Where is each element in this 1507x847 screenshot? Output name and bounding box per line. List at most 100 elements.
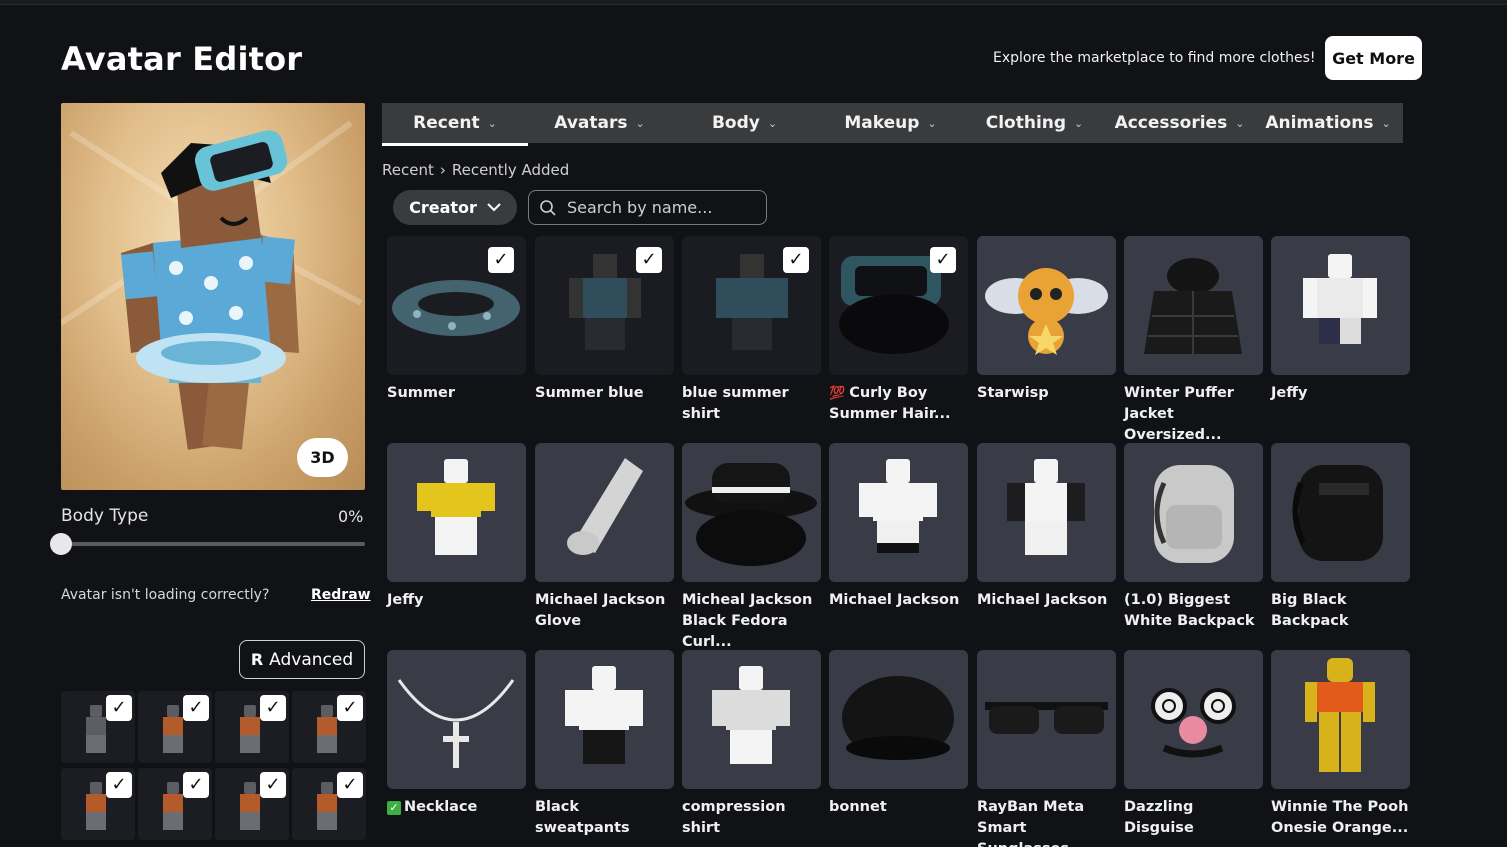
item-name-wrap: ✓ Necklace bbox=[387, 797, 526, 818]
item-thumbnail bbox=[535, 650, 674, 789]
search-input[interactable] bbox=[567, 198, 747, 217]
item-name: compression shirt bbox=[682, 799, 786, 836]
avatar-render bbox=[61, 120, 363, 450]
item-card[interactable]: ✓ 💯 Curly Boy Summer Hair... bbox=[829, 236, 968, 425]
outfit-tile[interactable]: ✓ bbox=[138, 768, 212, 840]
item-thumbnail bbox=[1271, 650, 1410, 789]
item-card[interactable]: RayBan Meta Smart Sunglasses... bbox=[977, 650, 1116, 847]
item-thumbnail: ✓ bbox=[682, 236, 821, 375]
outfit-tile[interactable]: ✓ bbox=[292, 768, 366, 840]
item-thumbnail: ✓ bbox=[387, 236, 526, 375]
item-card[interactable]: Michael Jackson Glove bbox=[535, 443, 674, 632]
item-card[interactable]: Michael Jackson bbox=[977, 443, 1116, 611]
item-name: Big Black Backpack bbox=[1271, 592, 1349, 629]
item-thumbnail bbox=[1271, 443, 1410, 582]
bonnet-icon bbox=[842, 676, 954, 760]
item-card[interactable]: Dazzling Disguise bbox=[1124, 650, 1263, 839]
toggle-3d-button[interactable]: 3D bbox=[297, 438, 348, 477]
item-card[interactable]: bonnet bbox=[829, 650, 968, 818]
outfit-tile[interactable]: ✓ bbox=[61, 768, 135, 840]
item-name: Michael Jackson bbox=[829, 592, 960, 608]
item-name: Necklace bbox=[404, 799, 478, 815]
item-card[interactable]: ✓ Summer blue bbox=[535, 236, 674, 404]
checkmark-icon: ✓ bbox=[783, 247, 809, 273]
body-type-slider-track[interactable] bbox=[61, 542, 365, 546]
tab-label: Clothing bbox=[985, 113, 1067, 133]
item-name: Winnie The Pooh Onesie Orange... bbox=[1271, 799, 1409, 836]
outfit-tile[interactable]: ✓ bbox=[292, 691, 366, 763]
advanced-button[interactable]: R Advanced bbox=[239, 640, 365, 679]
item-card[interactable]: Winnie The Pooh Onesie Orange... bbox=[1271, 650, 1410, 839]
search-box bbox=[528, 190, 767, 225]
item-card[interactable]: (1.0) Biggest White Backpack bbox=[1124, 443, 1263, 632]
item-card[interactable]: ✓ Summer bbox=[387, 236, 526, 404]
body-type-slider-thumb[interactable] bbox=[50, 533, 72, 555]
yellow-shirt-icon bbox=[417, 459, 495, 555]
loading-question-text: Avatar isn't loading correctly? bbox=[61, 587, 270, 603]
creator-filter-label: Creator bbox=[409, 198, 477, 217]
breadcrumb-root[interactable]: Recent bbox=[382, 161, 434, 179]
chevron-down-icon: ⌄ bbox=[1235, 116, 1245, 130]
tab-label: Accessories bbox=[1114, 113, 1228, 133]
item-card[interactable]: Michael Jackson bbox=[829, 443, 968, 611]
tab-body[interactable]: Body ⌄ bbox=[671, 103, 818, 143]
avatar-jacket-icon bbox=[1007, 459, 1085, 555]
item-thumbnail: ✓ bbox=[829, 236, 968, 375]
item-card[interactable]: ✓ Necklace bbox=[387, 650, 526, 818]
item-thumbnail bbox=[977, 443, 1116, 582]
tab-makeup[interactable]: Makeup ⌄ bbox=[818, 103, 963, 143]
item-card[interactable]: ✓ blue summer shirt bbox=[682, 236, 821, 425]
chevron-down-icon: ⌄ bbox=[767, 116, 778, 130]
item-name: Curly Boy Summer Hair... bbox=[829, 385, 951, 422]
item-card[interactable]: Black sweatpants bbox=[535, 650, 674, 839]
outfit-tile[interactable]: ✓ bbox=[61, 691, 135, 763]
item-card[interactable]: Jeffy bbox=[1271, 236, 1410, 404]
avatar-preview[interactable] bbox=[61, 103, 365, 490]
tab-animations[interactable]: Animations ⌄ bbox=[1253, 103, 1403, 143]
outfit-tile[interactable]: ✓ bbox=[138, 691, 212, 763]
item-thumbnail bbox=[387, 443, 526, 582]
item-thumbnail bbox=[682, 650, 821, 789]
chevron-down-icon: ⌄ bbox=[1074, 116, 1084, 130]
item-card[interactable]: Winter Puffer Jacket Oversized... bbox=[1124, 236, 1263, 446]
item-name: Jeffy bbox=[387, 592, 424, 608]
item-thumbnail bbox=[1271, 236, 1410, 375]
disguise-glasses-icon bbox=[1151, 688, 1236, 758]
redraw-link[interactable]: Redraw bbox=[311, 587, 371, 603]
tab-avatars[interactable]: Avatars ⌄ bbox=[528, 103, 671, 143]
item-thumbnail bbox=[977, 236, 1116, 375]
tab-clothing[interactable]: Clothing ⌄ bbox=[963, 103, 1106, 143]
chevron-down-icon: ⌄ bbox=[487, 116, 497, 130]
creator-filter-button[interactable]: Creator bbox=[393, 190, 517, 225]
tab-label: Recent bbox=[413, 113, 480, 133]
item-card[interactable]: compression shirt bbox=[682, 650, 821, 839]
item-card[interactable]: Big Black Backpack bbox=[1271, 443, 1410, 632]
explore-marketplace-text: Explore the marketplace to find more clo… bbox=[993, 50, 1316, 66]
checkmark-icon: ✓ bbox=[106, 772, 132, 798]
checkmark-icon: ✓ bbox=[337, 695, 363, 721]
item-name: bonnet bbox=[829, 799, 887, 815]
black-backpack-icon bbox=[1292, 465, 1383, 561]
item-card[interactable]: Jeffy bbox=[387, 443, 526, 611]
jacket-icon bbox=[1144, 258, 1242, 354]
hundred-icon: 💯 bbox=[829, 386, 846, 401]
check-emoji-icon: ✓ bbox=[387, 801, 401, 815]
roblox-r-icon: R bbox=[250, 650, 264, 669]
outfit-tile[interactable]: ✓ bbox=[215, 768, 289, 840]
tab-accessories[interactable]: Accessories ⌄ bbox=[1106, 103, 1253, 143]
item-thumbnail bbox=[535, 443, 674, 582]
get-more-button[interactable]: Get More bbox=[1325, 36, 1422, 80]
advanced-label: Advanced bbox=[269, 649, 354, 670]
item-name: Summer bbox=[387, 385, 455, 401]
checkmark-icon: ✓ bbox=[260, 695, 286, 721]
tab-recent[interactable]: Recent ⌄ bbox=[382, 103, 528, 146]
shirt-icon bbox=[712, 666, 790, 764]
item-card[interactable]: Starwisp bbox=[977, 236, 1116, 404]
checkmark-icon: ✓ bbox=[260, 772, 286, 798]
tab-label: Avatars bbox=[554, 113, 628, 133]
item-card[interactable]: Micheal Jackson Black Fedora Curl... bbox=[682, 443, 821, 653]
item-name-wrap: 💯 Curly Boy Summer Hair... bbox=[829, 383, 968, 425]
search-icon bbox=[540, 199, 556, 216]
outfit-tile[interactable]: ✓ bbox=[215, 691, 289, 763]
sunglasses-icon bbox=[985, 702, 1108, 734]
